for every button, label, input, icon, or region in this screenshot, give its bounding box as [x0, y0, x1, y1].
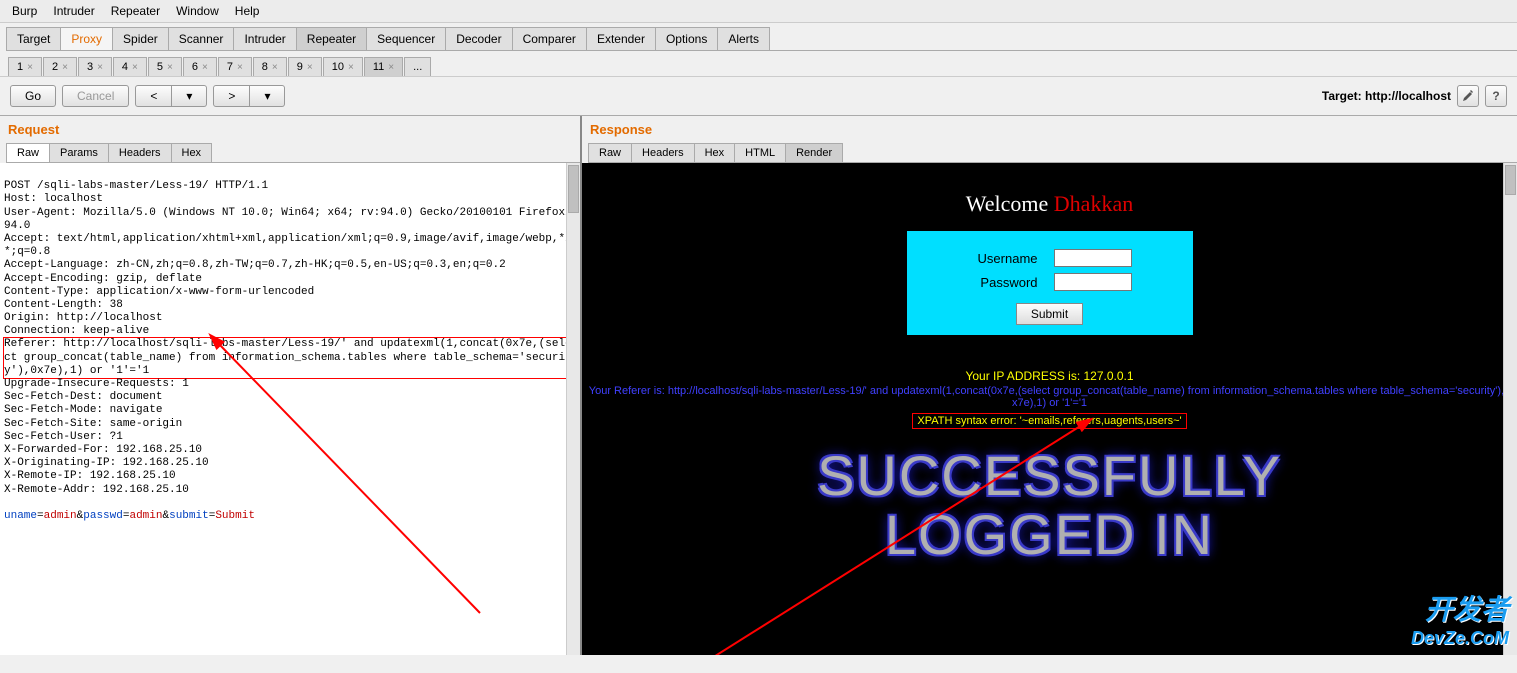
request-view-raw[interactable]: Raw	[6, 143, 50, 162]
menu-repeater[interactable]: Repeater	[107, 2, 164, 20]
tab-decoder[interactable]: Decoder	[445, 27, 512, 50]
tab-proxy[interactable]: Proxy	[60, 27, 113, 50]
target-label: Target: http://localhost	[1322, 89, 1451, 103]
request-view-headers[interactable]: Headers	[108, 143, 172, 162]
response-scrollbar[interactable]	[1503, 163, 1517, 655]
password-label: Password	[968, 275, 1038, 290]
repeater-tab-10[interactable]: 10×	[323, 57, 363, 76]
edit-target-button[interactable]	[1457, 85, 1479, 107]
repeater-tab-6[interactable]: 6×	[183, 57, 217, 76]
request-view-tabs: RawParamsHeadersHex	[6, 143, 580, 163]
ip-line: Your IP ADDRESS is: 127.0.0.1	[582, 369, 1517, 383]
menu-help[interactable]: Help	[231, 2, 264, 20]
tab-extender[interactable]: Extender	[586, 27, 656, 50]
menu-intruder[interactable]: Intruder	[49, 2, 98, 20]
login-box: Username Password Submit	[907, 231, 1193, 335]
repeater-tab-8[interactable]: 8×	[253, 57, 287, 76]
back-group: < ▾	[135, 85, 207, 107]
tab-sequencer[interactable]: Sequencer	[366, 27, 446, 50]
login-submit-button[interactable]: Submit	[1016, 303, 1083, 325]
close-icon[interactable]: ×	[167, 62, 173, 73]
repeater-tab-3[interactable]: 3×	[78, 57, 112, 76]
watermark: 开发者 DevZe.CoM	[1411, 588, 1509, 649]
request-scrollbar[interactable]	[566, 163, 580, 655]
repeater-tab-1[interactable]: 1×	[8, 57, 42, 76]
close-icon[interactable]: ×	[307, 62, 313, 73]
username-input[interactable]	[1054, 249, 1132, 267]
repeater-tab-4[interactable]: 4×	[113, 57, 147, 76]
close-icon[interactable]: ×	[202, 62, 208, 73]
forward-dropdown-button[interactable]: ▾	[250, 85, 285, 107]
request-pre: POST /sqli-labs-master/Less-19/ HTTP/1.1…	[4, 180, 572, 337]
request-view-params[interactable]: Params	[49, 143, 109, 162]
menu-bar: Burp Intruder Repeater Window Help	[0, 0, 1517, 23]
tab-comparer[interactable]: Comparer	[512, 27, 587, 50]
tab-spider[interactable]: Spider	[112, 27, 169, 50]
val-admin: admin	[44, 510, 77, 522]
xpath-error-box: XPATH syntax error: '~emails,referers,ua…	[912, 413, 1186, 429]
repeater-tab-7[interactable]: 7×	[218, 57, 252, 76]
param-passwd: passwd	[83, 510, 123, 522]
password-input[interactable]	[1054, 273, 1132, 291]
tab-scanner[interactable]: Scanner	[168, 27, 235, 50]
back-dropdown-button[interactable]: ▾	[172, 85, 207, 107]
back-button[interactable]: <	[135, 85, 172, 107]
tab-target[interactable]: Target	[6, 27, 61, 50]
response-render: Welcome Dhakkan Username Password Submit…	[582, 163, 1517, 655]
close-icon[interactable]: ×	[348, 62, 354, 73]
val-submit: Submit	[215, 510, 255, 522]
request-post: Upgrade-Insecure-Requests: 1 Sec-Fetch-D…	[4, 378, 209, 496]
request-referer-highlight: Referer: http://localhost/sqli-labs-mast…	[4, 338, 576, 378]
main-tab-bar: TargetProxySpiderScannerIntruderRepeater…	[6, 27, 1517, 51]
param-uname: uname	[4, 510, 37, 522]
tab-options[interactable]: Options	[655, 27, 718, 50]
toolbar: Go Cancel < ▾ > ▾ Target: http://localho…	[0, 76, 1517, 115]
close-icon[interactable]: ×	[132, 62, 138, 73]
val-admin2: admin	[129, 510, 162, 522]
menu-burp[interactable]: Burp	[8, 2, 41, 20]
close-icon[interactable]: ×	[388, 62, 394, 73]
close-icon[interactable]: ×	[27, 62, 33, 73]
repeater-tab-9[interactable]: 9×	[288, 57, 322, 76]
username-label: Username	[968, 251, 1038, 266]
cancel-button[interactable]: Cancel	[62, 85, 129, 107]
repeater-tab-...[interactable]: ...	[404, 57, 431, 76]
repeater-tab-2[interactable]: 2×	[43, 57, 77, 76]
request-body[interactable]: POST /sqli-labs-master/Less-19/ HTTP/1.1…	[0, 163, 580, 655]
close-icon[interactable]: ×	[62, 62, 68, 73]
close-icon[interactable]: ×	[272, 62, 278, 73]
close-icon[interactable]: ×	[237, 62, 243, 73]
param-submit: submit	[169, 510, 209, 522]
go-button[interactable]: Go	[10, 85, 56, 107]
response-panel: Response RawHeadersHexHTMLRender Welcome…	[582, 116, 1517, 655]
response-view-html[interactable]: HTML	[734, 143, 786, 162]
help-button[interactable]: ?	[1485, 85, 1507, 107]
menu-window[interactable]: Window	[172, 2, 223, 20]
response-view-render[interactable]: Render	[785, 143, 843, 162]
response-title: Response	[582, 116, 1517, 143]
request-view-hex[interactable]: Hex	[171, 143, 213, 162]
request-panel: Request RawParamsHeadersHex POST /sqli-l…	[0, 116, 582, 655]
panels: Request RawParamsHeadersHex POST /sqli-l…	[0, 115, 1517, 655]
repeater-tab-11[interactable]: 11×	[364, 57, 403, 76]
response-view-raw[interactable]: Raw	[588, 143, 632, 162]
tab-repeater[interactable]: Repeater	[296, 27, 367, 50]
question-icon: ?	[1492, 89, 1499, 103]
tab-intruder[interactable]: Intruder	[233, 27, 296, 50]
welcome-text: Welcome Dhakkan	[582, 163, 1517, 217]
repeater-sub-tabs: 1×2×3×4×5×6×7×8×9×10×11×...	[8, 57, 1517, 76]
response-view-hex[interactable]: Hex	[694, 143, 736, 162]
forward-group: > ▾	[213, 85, 285, 107]
repeater-tab-5[interactable]: 5×	[148, 57, 182, 76]
close-icon[interactable]: ×	[97, 62, 103, 73]
dhakkan: Dhakkan	[1054, 191, 1133, 216]
forward-button[interactable]: >	[213, 85, 250, 107]
logged-in-text: SUCCESSFULLY LOGGED IN	[582, 447, 1517, 565]
pencil-icon	[1462, 90, 1474, 102]
referer-line: Your Referer is: http://localhost/sqli-l…	[582, 385, 1517, 409]
response-view-headers[interactable]: Headers	[631, 143, 695, 162]
tab-alerts[interactable]: Alerts	[717, 27, 770, 50]
request-title: Request	[0, 116, 580, 143]
response-view-tabs: RawHeadersHexHTMLRender	[588, 143, 1517, 163]
